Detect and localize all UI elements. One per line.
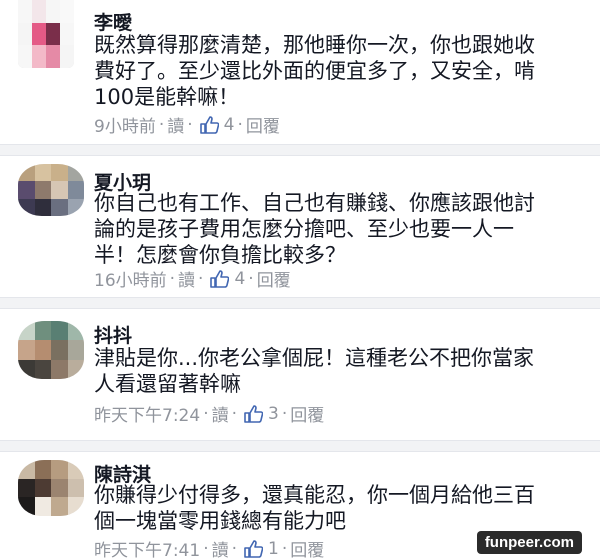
comment-meta: 昨天下午7:24 · 讀 · 3 · 回覆 [94, 401, 324, 427]
separator-dot: · [169, 268, 176, 289]
comment-text: 津貼是你...你老公拿個屁！這種老公不把你當家 人看還留著幹嘛 [94, 345, 594, 397]
comment-meta: 昨天下午7:41 · 讀 · 1 · 回覆 [94, 536, 324, 560]
reply-link[interactable]: 回覆 [257, 266, 291, 291]
separator-dot: · [231, 538, 237, 559]
separator-dot: · [203, 538, 209, 559]
separator-dot: · [281, 403, 288, 424]
comment-text: 既然算得那麼清楚，那他睡你一次，你也跟她收 費好了。至少還比外面的便宜多了，又安… [94, 32, 594, 110]
comment-divider [0, 440, 600, 452]
commenter-name[interactable]: 抖抖 [94, 321, 132, 348]
separator-dot: · [203, 403, 209, 424]
comment-line: 既然算得那麼清楚，那他睡你一次，你也跟她收 [94, 33, 535, 57]
separator-dot: · [231, 403, 237, 424]
separator-dot: · [187, 114, 193, 135]
separator-dot: · [281, 538, 288, 559]
timestamp[interactable]: 9小時前 [94, 112, 156, 137]
read-link[interactable]: 讀 [212, 536, 229, 560]
comment-meta: 9小時前 · 讀 · 4 · 回覆 [94, 112, 280, 138]
reply-link[interactable]: 回覆 [246, 112, 280, 137]
avatar[interactable] [18, 321, 84, 379]
read-link[interactable]: 讀 [178, 266, 195, 291]
avatar[interactable] [18, 164, 84, 216]
comment-line: 你自己也有工作、自己也有賺錢、你應該跟他討 [94, 191, 535, 215]
read-link[interactable]: 讀 [167, 112, 184, 137]
separator-dot: · [248, 268, 254, 289]
thumbs-up-icon[interactable] [244, 404, 263, 423]
reply-link[interactable]: 回覆 [290, 401, 324, 426]
avatar[interactable] [18, 460, 84, 516]
commenter-name[interactable]: 李曖 [94, 8, 132, 35]
watermark: funpeer.com [476, 531, 582, 554]
thumbs-up-icon[interactable] [244, 539, 263, 558]
timestamp[interactable]: 昨天下午7:24 [94, 401, 200, 426]
comment-text: 你自己也有工作、自己也有賺錢、你應該跟他討 論的是孩子費用怎麼分擔吧、至少也要一… [94, 190, 594, 268]
comment-line: 人看還留著幹嘛 [94, 372, 241, 396]
comment-line: 費好了。至少還比外面的便宜多了，又安全，啃 [94, 59, 535, 83]
thumbs-up-icon[interactable] [210, 269, 230, 288]
comment-thread: 李曖 既然算得那麼清楚，那他睡你一次，你也跟她收 費好了。至少還比外面的便宜多了… [0, 0, 600, 560]
read-link[interactable]: 讀 [212, 401, 229, 426]
thumbs-up-icon[interactable] [199, 115, 219, 134]
like-count: 3 [268, 403, 279, 424]
separator-dot: · [237, 114, 243, 135]
comment-line: 半！怎麼會你負擔比較多？ [94, 243, 346, 267]
comment-meta: 16小時前 · 讀 · 4 · 回覆 [94, 266, 291, 292]
comment-line: 100是能幹嘛！ [94, 85, 240, 109]
separator-dot: · [158, 114, 165, 135]
comment-divider [0, 144, 600, 156]
comment-line: 你賺得少付得多，還真能忍，你一個月給他三百 [94, 483, 535, 507]
like-count: 4 [234, 268, 246, 289]
timestamp[interactable]: 昨天下午7:41 [94, 536, 200, 560]
timestamp[interactable]: 16小時前 [94, 266, 167, 291]
reply-link[interactable]: 回覆 [290, 536, 324, 560]
like-count: 4 [223, 114, 235, 135]
comment-line: 津貼是你...你老公拿個屁！這種老公不把你當家 [94, 346, 535, 370]
avatar[interactable] [18, 0, 74, 68]
comment-line: 論的是孩子費用怎麼分擔吧、至少也要一人一 [94, 217, 514, 241]
like-count: 1 [268, 538, 279, 559]
separator-dot: · [198, 268, 204, 289]
comment-text: 你賺得少付得多，還真能忍，你一個月給他三百 個一塊當零用錢總有能力吧 [94, 482, 594, 534]
comment-divider [0, 297, 600, 309]
